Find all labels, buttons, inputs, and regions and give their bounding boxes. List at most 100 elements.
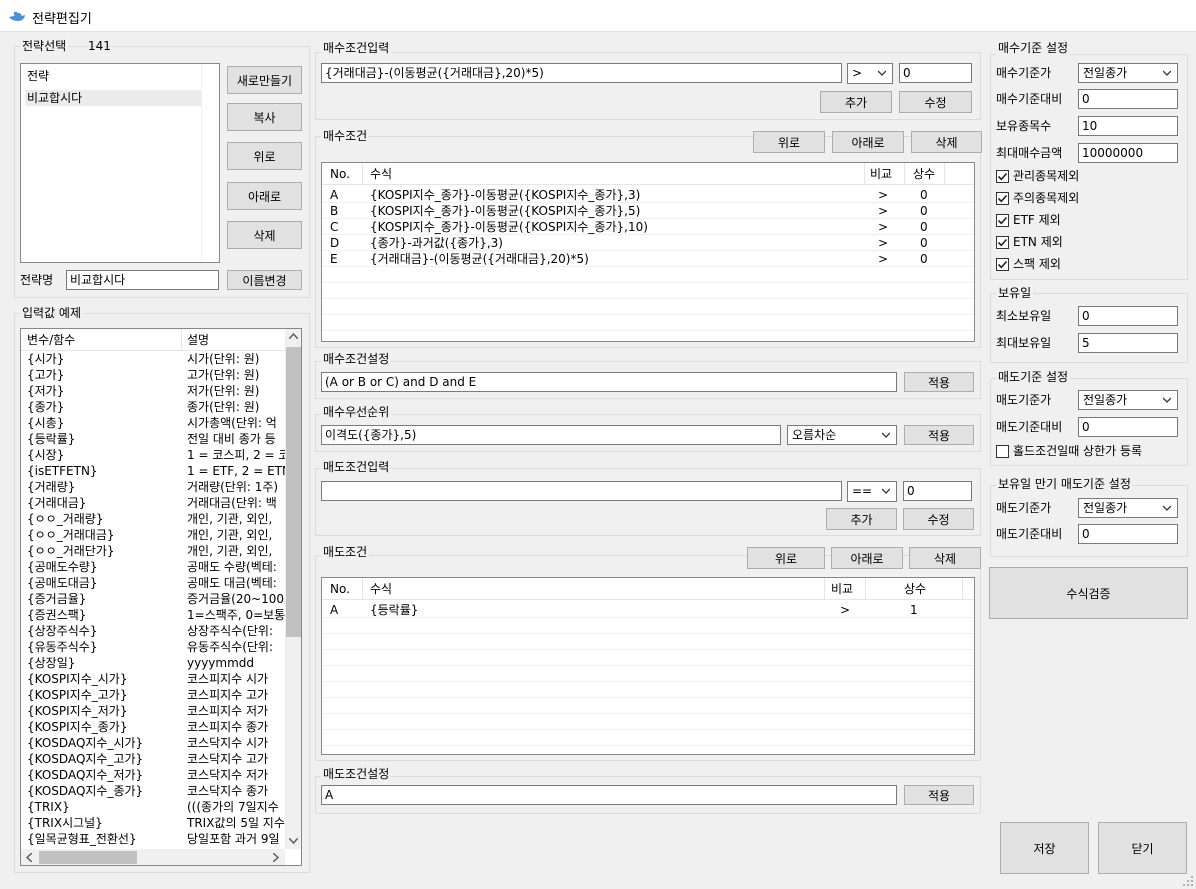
- table-row[interactable]: {저가} 저가(단위: 원): [21, 383, 285, 399]
- buy-expression-input[interactable]: {거래대금}-(이동평균({거래대금},20)*5): [321, 63, 842, 83]
- buy-setting-input[interactable]: (A or B or C) and D and E: [321, 372, 897, 392]
- expiry-price-select[interactable]: 전일종가: [1078, 498, 1178, 518]
- buy-ratio-input[interactable]: 0: [1078, 89, 1178, 109]
- table-row[interactable]: {시장} 1 = 코스피, 2 = 코: [21, 447, 285, 463]
- sell-conditions-table[interactable]: No. 수식 비교 상수 A {등락률} >1: [321, 577, 975, 755]
- table-row[interactable]: {ㅇㅇ_거래단가} 개인, 기관, 외인,: [21, 543, 285, 559]
- buy-up-button[interactable]: 위로: [753, 131, 825, 153]
- table-row[interactable]: {isETFETN} 1 = ETF, 2 = ETN: [21, 463, 285, 479]
- table-row[interactable]: {ㅇㅇ_거래대금} 개인, 기관, 외인,: [21, 527, 285, 543]
- table-row[interactable]: {고가} 고가(단위: 원): [21, 367, 285, 383]
- table-row[interactable]: {공매도수량} 공매도 수량(벡테:: [21, 559, 285, 575]
- sell-operator-select[interactable]: ==: [847, 481, 897, 502]
- table-row[interactable]: {TRIX시그널} TRIX값의 5일 지수: [21, 815, 285, 831]
- table-row[interactable]: {증권스팩} 1=스팩주, 0=보통:: [21, 607, 285, 623]
- condition-row[interactable]: B {KOSPI지수_종가}-이동평균({KOSPI지수_종가},5) >0: [322, 203, 974, 219]
- buy-priority-input[interactable]: 이격도({종가},5): [321, 425, 781, 445]
- close-button[interactable]: 닫기: [1098, 822, 1187, 874]
- table-row[interactable]: {공매도대금} 공매도 대금(벡테:: [21, 575, 285, 591]
- table-row[interactable]: {ㅇㅇ_거래량} 개인, 기관, 외인,: [21, 511, 285, 527]
- buy-priority-order-select[interactable]: 오름차순: [787, 425, 897, 445]
- min-holding-input[interactable]: 0: [1078, 306, 1178, 326]
- sell-edit-button[interactable]: 수정: [903, 508, 974, 530]
- condition-row[interactable]: A {KOSPI지수_종가}-이동평균({KOSPI지수_종가},3) >0: [322, 187, 974, 203]
- sell-up-button[interactable]: 위로: [747, 547, 825, 569]
- examples-table[interactable]: 변수/함수 설명 {시가} 시가(단위: 원) {고가} 고가(단위: 원) {저가} 저…: [20, 328, 302, 866]
- buy-constant-input[interactable]: 0: [899, 63, 972, 83]
- condition-row[interactable]: E {거래대금}-(이동평균({거래대금},20)*5) >0: [322, 251, 974, 267]
- sell-expression-input[interactable]: [321, 481, 842, 501]
- buy-priority-apply-button[interactable]: 적용: [904, 425, 974, 445]
- exclude-checkbox[interactable]: [996, 214, 1009, 227]
- table-row[interactable]: {등락률} 전일 대비 종가 등: [21, 431, 285, 447]
- table-row[interactable]: {KOSPI지수_종가} 코스피지수 종가: [21, 719, 285, 735]
- sell-setting-input[interactable]: A: [321, 785, 897, 805]
- save-button[interactable]: 저장: [1000, 822, 1089, 874]
- sell-down-button[interactable]: 아래로: [831, 547, 903, 569]
- table-row[interactable]: {유동주식수} 유동주식수(단위:: [21, 639, 285, 655]
- hold-limit-checkbox[interactable]: [996, 445, 1009, 458]
- table-row[interactable]: {KOSPI지수_저가} 코스피지수 저가: [21, 703, 285, 719]
- sell-setting-apply-button[interactable]: 적용: [904, 785, 974, 805]
- sell-constant-input[interactable]: 0: [903, 481, 972, 501]
- condition-row[interactable]: A {등락률} >1: [322, 602, 974, 618]
- sell-add-button[interactable]: 추가: [826, 508, 897, 530]
- table-row[interactable]: {KOSPI지수_고가} 코스피지수 고가: [21, 687, 285, 703]
- buy-edit-button[interactable]: 수정: [899, 91, 972, 113]
- strategy-delete-button[interactable]: 삭제: [227, 221, 302, 249]
- scroll-right-icon[interactable]: [273, 853, 279, 862]
- copy-button[interactable]: 복사: [227, 103, 302, 131]
- buy-delete-button[interactable]: 삭제: [911, 131, 982, 153]
- exclude-checkbox[interactable]: [996, 170, 1009, 183]
- table-row[interactable]: {종가} 종가(단위: 원): [21, 399, 285, 415]
- scroll-left-icon[interactable]: [26, 853, 32, 862]
- table-row[interactable]: {KOSDAQ지수_시가} 코스닥지수 시가: [21, 735, 285, 751]
- table-row[interactable]: {거래대금} 거래대금(단위: 백: [21, 495, 285, 511]
- scroll-down-icon[interactable]: [289, 838, 298, 844]
- scroll-thumb[interactable]: [286, 347, 301, 637]
- buy-conditions-table[interactable]: No. 수식 비교 상수 A {KOSPI지수_종가}-이동평균({KOSPI지수…: [321, 162, 975, 342]
- table-row[interactable]: {상장일} yyyymmdd: [21, 655, 285, 671]
- exclude-checkbox[interactable]: [996, 192, 1009, 205]
- table-row[interactable]: {시가} 시가(단위: 원): [21, 351, 285, 367]
- rename-button[interactable]: 이름변경: [227, 270, 302, 290]
- table-row[interactable]: {KOSDAQ지수_저가} 코스닥지수 저가: [21, 767, 285, 783]
- expiry-ratio-input[interactable]: 0: [1078, 524, 1178, 544]
- buy-down-button[interactable]: 아래로: [832, 131, 904, 153]
- strategy-list[interactable]: 전략 비교합시다: [20, 63, 220, 263]
- exclude-checkbox[interactable]: [996, 236, 1009, 249]
- list-item[interactable]: 비교합시다: [25, 90, 201, 106]
- condition-row[interactable]: C {KOSPI지수_종가}-이동평균({KOSPI지수_종가},10) >0: [322, 219, 974, 235]
- exclude-checkbox[interactable]: [996, 258, 1009, 271]
- hscroll-thumb[interactable]: [39, 851, 137, 864]
- scroll-up-icon[interactable]: [289, 333, 298, 339]
- strategy-name-field[interactable]: 비교합시다: [66, 270, 219, 290]
- sell-ratio-input[interactable]: 0: [1078, 417, 1178, 437]
- new-strategy-button[interactable]: 새로만들기: [227, 66, 302, 94]
- resize-grip-icon[interactable]: [1180, 873, 1194, 887]
- table-row[interactable]: {거래량} 거래량(단위: 1주): [21, 479, 285, 495]
- buy-setting-apply-button[interactable]: 적용: [904, 372, 974, 392]
- table-row[interactable]: {증거금율} 증거금율(20~100): [21, 591, 285, 607]
- condition-row[interactable]: D {종가}-과거값({종가},3) >0: [322, 235, 974, 251]
- examples-hscrollbar[interactable]: [21, 849, 285, 865]
- table-row[interactable]: {KOSPI지수_시가} 코스피지수 시가: [21, 671, 285, 687]
- buy-add-button[interactable]: 추가: [820, 91, 892, 113]
- buy-price-select[interactable]: 전일종가: [1078, 63, 1178, 83]
- max-holding-input[interactable]: 5: [1078, 333, 1178, 353]
- examples-vscrollbar[interactable]: [285, 329, 301, 849]
- buy-operator-select[interactable]: >: [847, 63, 893, 84]
- strategy-down-button[interactable]: 아래로: [227, 182, 302, 210]
- sell-delete-button[interactable]: 삭제: [909, 547, 981, 569]
- sell-price-select[interactable]: 전일종가: [1078, 390, 1178, 410]
- table-row[interactable]: {시총} 시가총액(단위: 억: [21, 415, 285, 431]
- holdings-input[interactable]: 10: [1078, 116, 1178, 136]
- table-row[interactable]: {TRIX} (((종가의 7일지수: [21, 799, 285, 815]
- max-amount-input[interactable]: 10000000: [1078, 143, 1178, 163]
- table-row[interactable]: {일목균형표_전환선} 당일포함 과거 9일: [21, 831, 285, 847]
- verify-button[interactable]: 수식검증: [989, 567, 1188, 619]
- table-row[interactable]: {KOSDAQ지수_종가} 코스닥지수 종가: [21, 783, 285, 799]
- table-row[interactable]: {상장주식수} 상장주식수(단위:: [21, 623, 285, 639]
- strategy-up-button[interactable]: 위로: [227, 142, 302, 170]
- table-row[interactable]: {KOSDAQ지수_고가} 코스닥지수 고가: [21, 751, 285, 767]
